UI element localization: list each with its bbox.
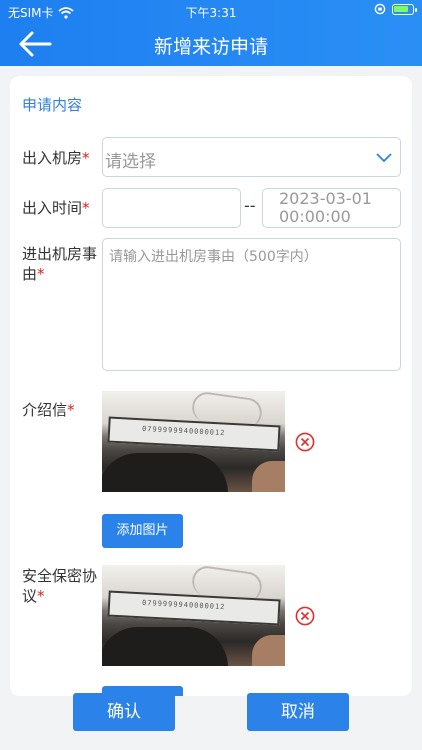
end-time-input[interactable]: 2023-03-01 00:00:00 (262, 188, 401, 228)
battery-charging-icon (392, 3, 417, 15)
intro-letter-label-text: 介绍信 (22, 401, 68, 419)
bottom-bar (0, 696, 422, 750)
time-separator: -- (244, 196, 256, 215)
chevron-down-icon (376, 153, 392, 163)
page-title: 新增来访申请 (153, 36, 268, 58)
room-select-placeholder: 请选择 (105, 152, 156, 172)
cancel-button[interactable]: 取消 (247, 693, 349, 731)
room-label: 出入机房* (22, 148, 90, 168)
security-agreement-photo[interactable]: 0799999940000012 (102, 565, 285, 666)
form-card: 申请内容 出入机房* 请选择 出入时间* -- 2023-03-01 00:00… (10, 76, 412, 696)
photo-detail (252, 461, 285, 492)
header: 无SIM卡 下午3:31 新增来访申请 (0, 0, 422, 66)
reason-label-text: 进出机房事由 (22, 245, 98, 283)
status-right (374, 3, 417, 15)
room-select[interactable]: 请选择 (102, 137, 401, 177)
start-time-input[interactable] (102, 188, 241, 228)
nav-bar: 新增来访申请 (0, 22, 422, 66)
photo-detail (102, 627, 228, 666)
reason-label: 进出机房事由* (22, 244, 100, 284)
section-title: 申请内容 (22, 96, 83, 114)
delete-photo-icon[interactable] (295, 606, 315, 626)
required-mark: * (67, 401, 75, 419)
required-mark: * (82, 199, 90, 217)
status-time: 下午3:31 (185, 6, 237, 20)
photo-detail (102, 453, 228, 492)
room-label-text: 出入机房 (22, 149, 83, 167)
status-bar: 无SIM卡 下午3:31 (0, 0, 422, 22)
add-image-button[interactable]: 添加图片 (102, 514, 183, 548)
intro-letter-photo[interactable]: 0799999940000012 (102, 391, 285, 492)
time-label-text: 出入时间 (22, 199, 83, 217)
security-agreement-label: 安全保密协议* (22, 566, 100, 606)
delete-photo-icon[interactable] (295, 432, 315, 452)
required-mark: * (37, 265, 45, 283)
intro-letter-label: 介绍信* (22, 400, 75, 420)
security-agreement-label-text: 安全保密协议 (22, 567, 98, 605)
time-label: 出入时间* (22, 198, 90, 218)
reason-placeholder: 请输入进出机房事由（500字内） (109, 249, 318, 265)
reason-textarea[interactable]: 请输入进出机房事由（500字内） (102, 238, 401, 371)
orientation-lock-icon (374, 3, 386, 15)
photo-detail (252, 635, 285, 666)
required-mark: * (37, 587, 45, 605)
confirm-button[interactable]: 确认 (73, 693, 175, 731)
required-mark: * (82, 149, 90, 167)
